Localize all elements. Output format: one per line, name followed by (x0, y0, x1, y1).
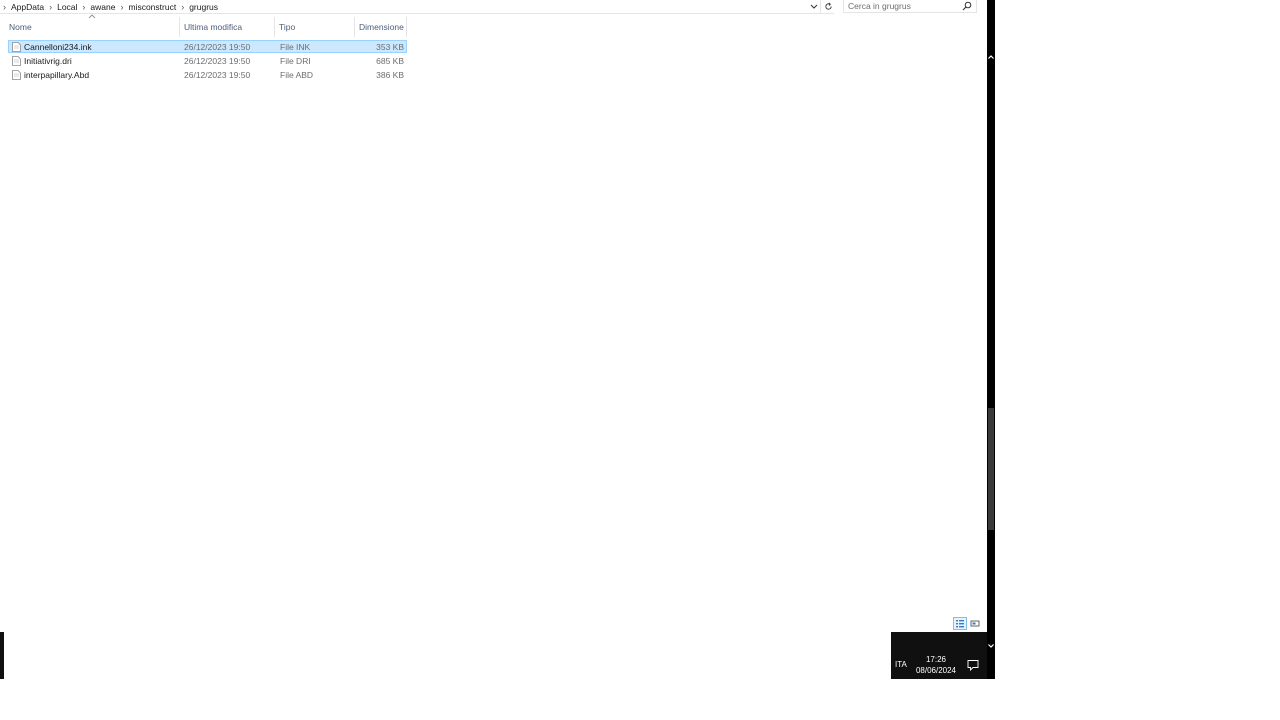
file-date: 26/12/2023 19:50 (184, 56, 251, 66)
column-header-name[interactable]: Nome (5, 17, 180, 37)
file-size: 685 KB (376, 56, 404, 66)
file-explorer-window: › AppData › Local › awane › misconstruct… (0, 0, 987, 632)
column-header-date[interactable]: Ultima modifica (180, 17, 275, 37)
file-icon (12, 70, 21, 80)
file-name[interactable]: interpapillary.Abd (24, 69, 89, 81)
large-icons-view-button[interactable] (968, 617, 982, 630)
search-icon[interactable] (962, 1, 972, 11)
file-row[interactable]: interpapillary.Abd 26/12/2023 19:50 File… (8, 68, 407, 81)
tiles-view-icon (970, 620, 980, 627)
chevron-down-icon[interactable] (987, 641, 995, 651)
breadcrumb-item-misconstruct[interactable]: misconstruct (124, 2, 180, 12)
clock[interactable]: 17:26 08/06/2024 (911, 654, 961, 676)
system-tray: ITA 17:26 08/06/2024 (891, 632, 987, 679)
file-icon (12, 56, 21, 66)
file-name[interactable]: Cannelloni234.ink (24, 41, 92, 53)
breadcrumb: › AppData › Local › awane › misconstruct… (2, 1, 222, 13)
clock-date: 08/06/2024 (915, 666, 957, 675)
breadcrumb-item-appdata[interactable]: AppData (7, 2, 48, 12)
breadcrumb-item-awane[interactable]: awane (86, 2, 119, 12)
refresh-icon (824, 2, 832, 10)
chevron-down-icon (810, 4, 818, 9)
taskbar-edge (0, 632, 4, 679)
vertical-scrollbar[interactable] (987, 0, 995, 679)
file-row[interactable]: Cannelloni234.ink 26/12/2023 19:50 File … (8, 40, 407, 53)
file-row[interactable]: Initiativrig.dri 26/12/2023 19:50 File D… (8, 54, 407, 67)
clock-time: 17:26 (925, 655, 947, 664)
search-box[interactable] (843, 0, 977, 13)
breadcrumb-item-grugrus[interactable]: grugrus (185, 2, 222, 12)
details-view-button[interactable] (953, 617, 967, 630)
file-type: File INK (280, 42, 311, 52)
address-bar[interactable]: › AppData › Local › awane › misconstruct… (0, 0, 834, 14)
address-history-dropdown[interactable] (809, 1, 819, 13)
file-icon (12, 42, 21, 52)
file-date: 26/12/2023 19:50 (184, 70, 251, 80)
file-type: File DRI (280, 56, 311, 66)
file-date: 26/12/2023 19:50 (184, 42, 251, 52)
notification-icon[interactable] (966, 658, 980, 672)
column-header-size[interactable]: Dimensione (355, 17, 407, 37)
column-header-type[interactable]: Tipo (275, 17, 355, 37)
file-size: 353 KB (376, 42, 404, 52)
scrollbar-thumb[interactable] (988, 408, 994, 530)
file-size: 386 KB (376, 70, 404, 80)
search-input[interactable] (848, 0, 958, 12)
details-view-icon (956, 620, 964, 628)
breadcrumb-item-local[interactable]: Local (53, 2, 81, 12)
chevron-up-icon[interactable] (987, 52, 995, 62)
input-language-indicator[interactable]: ITA (895, 660, 907, 669)
file-name[interactable]: Initiativrig.dri (24, 55, 72, 67)
file-type: File ABD (280, 70, 314, 80)
refresh-button[interactable] (820, 0, 835, 13)
